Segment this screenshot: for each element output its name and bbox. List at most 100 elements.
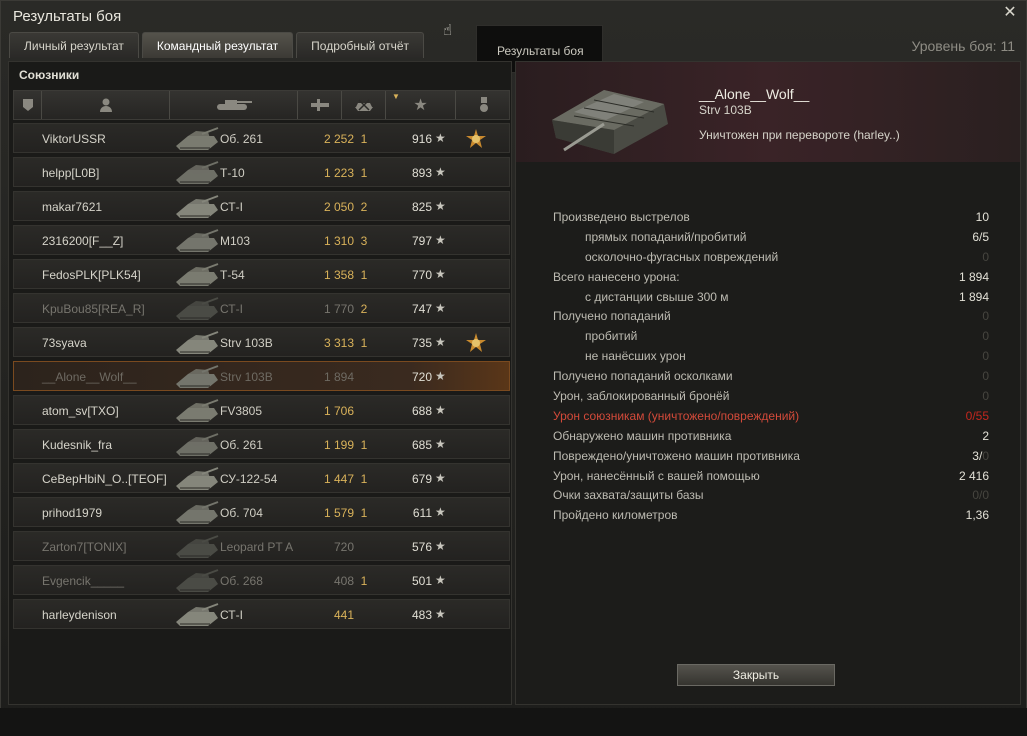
detail-fate: Уничтожен при перевороте (harley..) — [699, 128, 900, 142]
tab-personal-result[interactable]: Личный результат — [9, 32, 139, 58]
vehicle-name: СУ-122-54 — [220, 472, 278, 486]
stat-label: Всего нанесено урона: — [553, 269, 680, 284]
player-name[interactable]: FedosPLK[PLK54] — [42, 268, 141, 282]
stat-value: 10 — [975, 210, 989, 224]
stat-value: 1 894 — [958, 289, 989, 304]
vehicle-name: FV3805 — [220, 404, 263, 418]
vehicle-name: СТ-I — [220, 302, 243, 316]
detail-player-name: __Alone__Wolf__ — [699, 86, 810, 102]
stat-value: 2 416 — [958, 468, 989, 483]
damage-value: 720 — [333, 540, 354, 554]
ally-row[interactable]: Zarton7[TONIX] Leopard PT A 720 576 ★ — [13, 531, 510, 561]
stat-row: Очки захвата/защиты базы 0/0 — [553, 486, 989, 506]
player-header: __Alone__Wolf__ Strv 103B Уничтожен при … — [516, 62, 1020, 162]
close-button[interactable]: Закрыть — [677, 664, 835, 686]
player-name[interactable]: makar7621 — [42, 200, 102, 214]
player-name[interactable]: helpp[L0B] — [42, 166, 99, 180]
player-name[interactable]: harleydenison — [42, 608, 117, 622]
ally-row[interactable]: helpp[L0B] Т-10 1 223 1 893 ★ — [13, 157, 510, 187]
vehicle-name: Strv 103B — [220, 336, 273, 350]
ally-row[interactable]: CeBepHbiN_O..[TEOF] СУ-122-54 1 447 1 679 ★ — [13, 463, 510, 493]
ally-row[interactable]: harleydenison СТ-I 441 483 ★ — [13, 599, 510, 629]
squad-column-icon[interactable] — [14, 91, 42, 119]
medal-icon[interactable] — [465, 128, 487, 150]
vehicle-column-icon[interactable] — [170, 91, 298, 119]
player-name[interactable]: prihod1979 — [42, 506, 102, 520]
ally-row[interactable]: __Alone__Wolf__ Strv 103B 1 894 720 ★ — [13, 361, 510, 391]
stat-row: Урон союзникам (уничтожено/повреждений) 0… — [553, 407, 989, 427]
xp-value: 501 — [411, 574, 432, 588]
stat-row: прямых попаданий/пробитий 6/5 — [553, 228, 989, 248]
xp-value: 770 — [411, 268, 432, 282]
stat-row: осколочно-фугасных повреждений 0 — [553, 248, 989, 268]
ally-row[interactable]: 73syava Strv 103B 3 313 1 735 ★ — [13, 327, 510, 357]
kills-value: 1 — [360, 268, 368, 282]
xp-value: 720 — [411, 370, 432, 384]
tank-icon — [176, 433, 219, 456]
player-name[interactable]: KpuBou85[REA_R] — [42, 302, 145, 316]
stat-value: 0 — [982, 309, 989, 324]
ally-row[interactable]: FedosPLK[PLK54] Т-54 1 358 1 770 ★ — [13, 259, 510, 289]
player-name[interactable]: ViktorUSSR — [42, 132, 106, 146]
tab-detailed-report[interactable]: Подробный отчёт — [296, 32, 425, 58]
kills-value: 2 — [360, 302, 368, 316]
star-icon: ★ — [435, 233, 446, 247]
column-header: ▼ ★ — [13, 90, 510, 120]
ally-row[interactable]: 2316200[F__Z] M103 1 310 3 797 ★ — [13, 225, 510, 255]
ally-row[interactable]: ViktorUSSR Об. 261 2 252 1 916 ★ — [13, 123, 510, 153]
player-column-icon[interactable] — [42, 91, 170, 119]
stat-label: Обнаружено машин противника — [553, 428, 732, 443]
tank-icon — [176, 195, 219, 218]
player-name[interactable]: 2316200[F__Z] — [42, 234, 123, 248]
stat-label: с дистанции свыше 300 м — [585, 289, 729, 304]
ally-row[interactable]: Evgencik_____ Об. 268 408 1 501 ★ — [13, 565, 510, 595]
stat-label: осколочно-фугасных повреждений — [585, 249, 779, 264]
xp-value: 688 — [411, 404, 432, 418]
stat-row: Пройдено километров 1,36 — [553, 506, 989, 526]
stat-label: Урон, нанесённый с вашей помощью — [553, 468, 760, 483]
player-name[interactable]: Kudesnik_fra — [42, 438, 112, 452]
kills-value: 3 — [360, 234, 368, 248]
stat-value: 3/0 — [972, 448, 989, 463]
player-name[interactable]: CeBepHbiN_O..[TEOF] — [42, 472, 167, 486]
xp-value: 797 — [411, 234, 432, 248]
close-icon[interactable]: ✕ — [1002, 5, 1018, 21]
xp-column-icon[interactable]: ▼ ★ — [386, 91, 456, 119]
bottom-bar — [0, 708, 1027, 736]
kills-value: 1 — [360, 574, 368, 588]
tank-icon — [176, 297, 219, 320]
player-name[interactable]: Evgencik_____ — [42, 574, 124, 588]
stat-value: 0 — [982, 389, 989, 404]
damage-value: 1 358 — [323, 268, 354, 282]
star-icon: ★ — [435, 131, 446, 145]
stat-value: 6/5 — [972, 229, 989, 244]
star-icon: ★ — [435, 505, 446, 519]
damage-value: 1 894 — [323, 370, 354, 384]
stat-value: 0/55 — [965, 408, 989, 423]
medal-column-icon[interactable] — [456, 91, 511, 119]
ally-row[interactable]: prihod1979 Об. 704 1 579 1 611 ★ — [13, 497, 510, 527]
battle-level: Уровень боя: 11 — [911, 38, 1015, 54]
stat-row: пробитий 0 — [553, 327, 989, 347]
xp-value: 916 — [411, 132, 432, 146]
tank-icon — [176, 535, 219, 558]
player-name[interactable]: 73syava — [42, 336, 87, 350]
damage-value: 1 223 — [323, 166, 354, 180]
ally-row[interactable]: makar7621 СТ-I 2 050 2 825 ★ — [13, 191, 510, 221]
tab-team-result[interactable]: Командный результат — [141, 32, 294, 58]
stat-label: прямых попаданий/пробитий — [585, 229, 747, 244]
player-name[interactable]: __Alone__Wolf__ — [42, 370, 137, 384]
kills-column-icon[interactable] — [342, 91, 386, 119]
ally-row[interactable]: KpuBou85[REA_R] СТ-I 1 770 2 747 ★ — [13, 293, 510, 323]
stat-row: Урон, нанесённый с вашей помощью 2 416 — [553, 467, 989, 487]
medal-icon[interactable] — [465, 332, 487, 354]
tab-bar: Личный результат Командный результат Под… — [9, 32, 427, 58]
ally-row[interactable]: atom_sv[TXO] FV3805 1 706 688 ★ — [13, 395, 510, 425]
player-name[interactable]: Zarton7[TONIX] — [42, 540, 126, 554]
ally-row[interactable]: Kudesnik_fra Об. 261 1 199 1 685 ★ — [13, 429, 510, 459]
damage-value: 1 770 — [323, 302, 354, 316]
damage-column-icon[interactable] — [298, 91, 342, 119]
xp-value: 825 — [411, 200, 432, 214]
damage-value: 1 579 — [323, 506, 354, 520]
player-name[interactable]: atom_sv[TXO] — [42, 404, 119, 418]
